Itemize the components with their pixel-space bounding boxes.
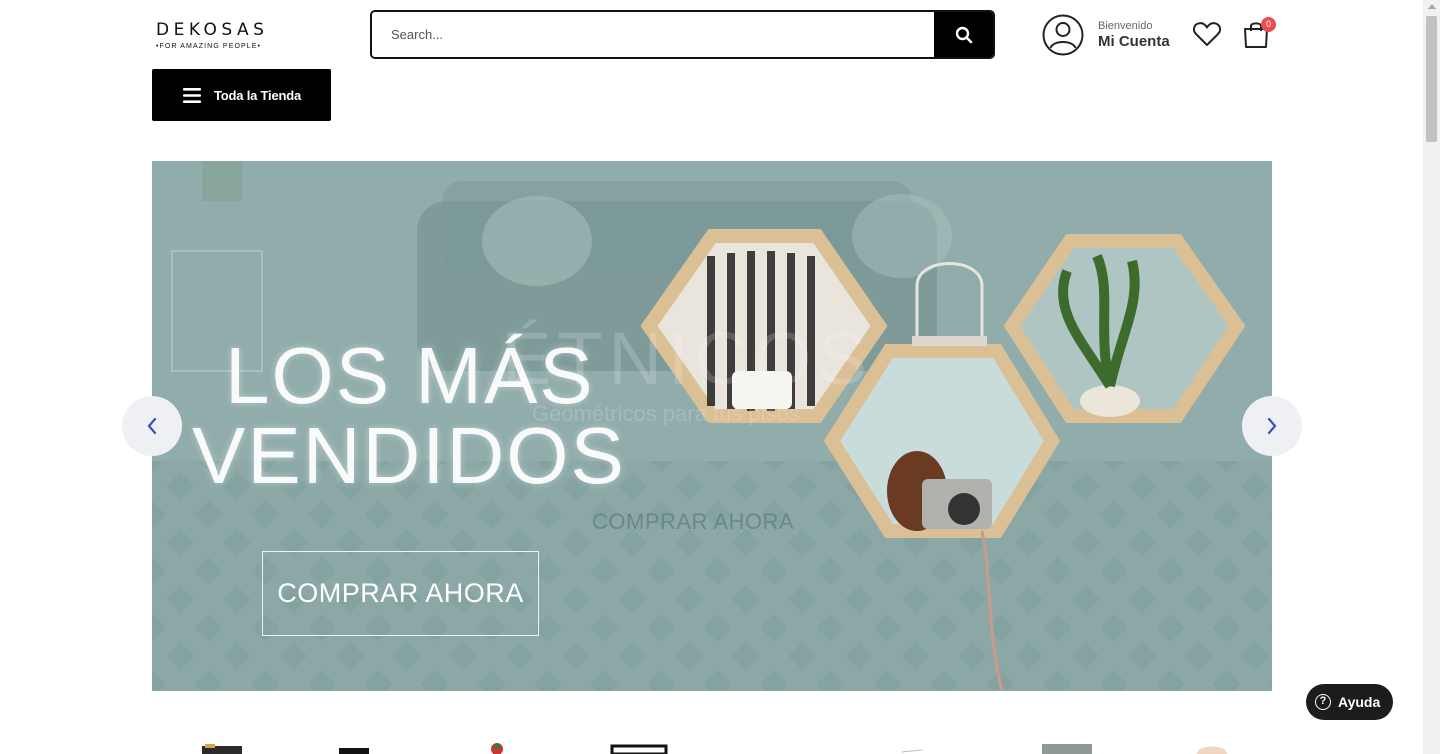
product-thumbnail[interactable] bbox=[607, 740, 671, 754]
banner-title: LOS MÁS VENDIDOS bbox=[192, 336, 626, 496]
page-scrollbar[interactable] bbox=[1423, 0, 1440, 754]
cart-count-badge: 0 bbox=[1261, 17, 1276, 32]
search-input[interactable] bbox=[372, 12, 934, 57]
banner-ghost-cta: COMPRAR AHORA bbox=[592, 509, 795, 534]
scroll-up-arrow-icon[interactable] bbox=[1428, 4, 1436, 9]
account-welcome: Bienvenido bbox=[1098, 19, 1153, 32]
chevron-right-icon bbox=[1267, 417, 1277, 435]
question-circle-icon: ? bbox=[1315, 694, 1331, 710]
heart-icon[interactable] bbox=[1192, 20, 1222, 48]
carousel-prev-button[interactable] bbox=[122, 396, 182, 456]
carousel-next-button[interactable] bbox=[1242, 396, 1302, 456]
product-thumbnail[interactable] bbox=[897, 740, 927, 754]
account-name: Mi Cuenta bbox=[1098, 32, 1170, 50]
all-store-menu-button[interactable]: Toda la Tienda bbox=[152, 69, 331, 121]
banner-title-line1: LOS MÁS bbox=[225, 331, 595, 420]
all-store-menu-label: Toda la Tienda bbox=[214, 87, 302, 103]
banner-cta-button[interactable]: COMPRAR AHORA bbox=[262, 551, 539, 636]
product-thumbnail-strip bbox=[152, 740, 1272, 754]
help-label: Ayuda bbox=[1338, 694, 1381, 710]
product-thumbnail[interactable] bbox=[1187, 740, 1237, 754]
user-circle-icon bbox=[1042, 14, 1084, 56]
product-thumbnail[interactable] bbox=[1037, 740, 1097, 754]
chevron-left-icon bbox=[147, 417, 157, 435]
brand-tagline: •FOR AMAZING PEOPLE• bbox=[156, 43, 262, 50]
product-thumbnail[interactable] bbox=[197, 740, 247, 754]
brand-name: DEKOSAS bbox=[156, 20, 269, 40]
search-icon bbox=[955, 26, 972, 43]
hero-banner[interactable]: ÉTNICOS Geométricos para tus pisos COMPR… bbox=[152, 161, 1272, 691]
hamburger-icon bbox=[183, 87, 201, 103]
search-button[interactable] bbox=[934, 12, 993, 57]
help-button[interactable]: ? Ayuda bbox=[1306, 684, 1393, 720]
banner-title-line2: VENDIDOS bbox=[192, 411, 626, 500]
product-thumbnail[interactable] bbox=[337, 740, 373, 754]
brand-logo[interactable]: DEKOSAS •FOR AMAZING PEOPLE• bbox=[156, 20, 272, 50]
account-link[interactable]: Bienvenido Mi Cuenta bbox=[1042, 14, 1170, 56]
search-bar bbox=[370, 10, 995, 59]
product-thumbnail[interactable] bbox=[482, 740, 512, 754]
scrollbar-thumb[interactable] bbox=[1426, 16, 1437, 142]
